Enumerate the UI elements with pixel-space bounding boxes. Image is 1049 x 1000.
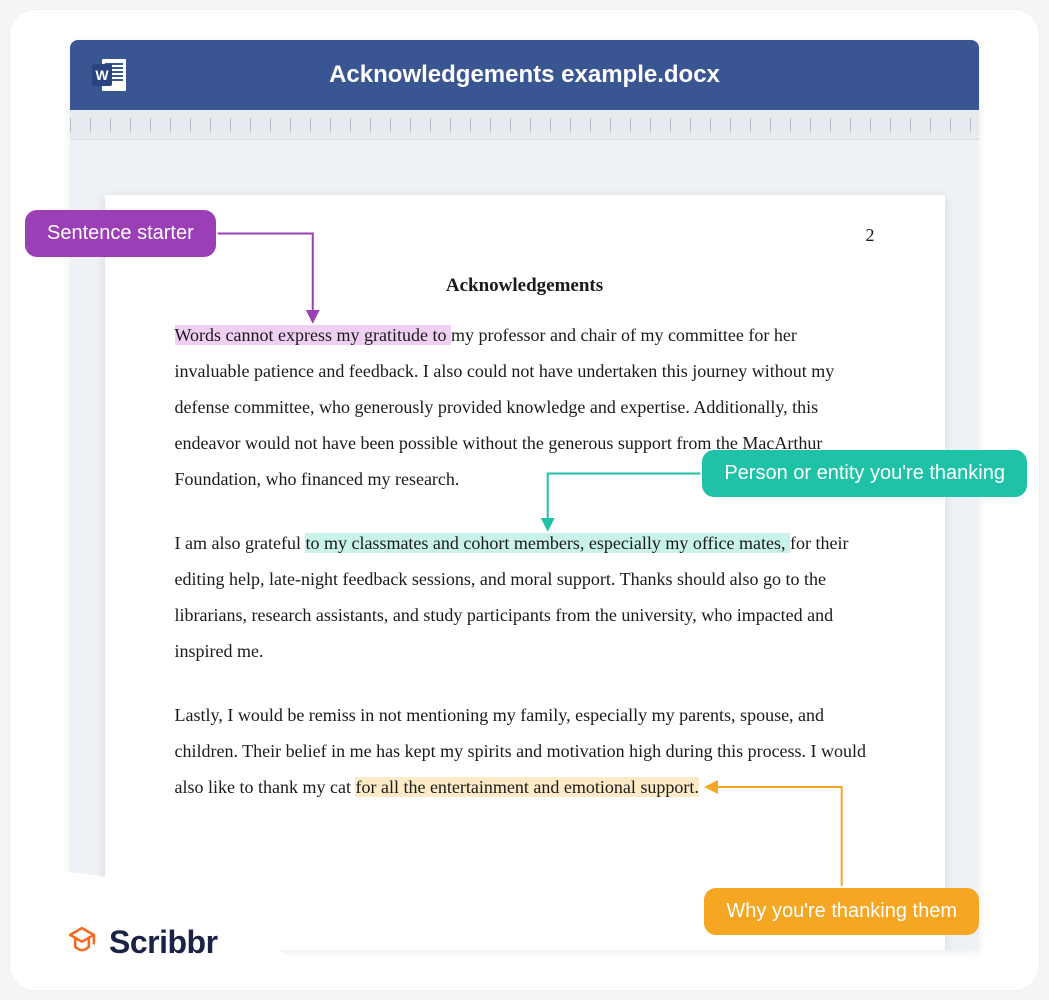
paragraph-2: I am also grateful to my classmates and … xyxy=(175,525,875,669)
brand-logo-corner: Scribbr xyxy=(10,870,330,990)
document-title: Acknowledgements example.docx xyxy=(70,61,979,89)
ruler xyxy=(70,110,979,140)
word-titlebar: W Acknowledgements example.docx xyxy=(70,40,979,110)
diagram-card: W Acknowledgements example.docx 2 Acknow… xyxy=(10,10,1039,990)
highlight-person-entity: to my classmates and cohort members, esp… xyxy=(305,533,790,553)
scribbr-mark-icon xyxy=(65,923,99,962)
document-heading: Acknowledgements xyxy=(175,275,875,297)
paragraph-3: Lastly, I would be remiss in not mention… xyxy=(175,697,875,805)
highlight-reason: for all the entertainment and emotional … xyxy=(355,777,698,797)
svg-text:W: W xyxy=(95,67,109,83)
word-icon: W xyxy=(90,55,130,95)
callout-person-entity: Person or entity you're thanking xyxy=(702,450,1027,497)
p2-before: I am also grateful xyxy=(175,533,306,553)
brand-name: Scribbr xyxy=(109,924,218,961)
callout-sentence-starter: Sentence starter xyxy=(25,210,216,257)
page-number: 2 xyxy=(866,225,875,246)
document-page: 2 Acknowledgements Words cannot express … xyxy=(105,195,945,950)
highlight-sentence-starter: Words cannot express my gratitude to xyxy=(175,325,452,345)
callout-reason: Why you're thanking them xyxy=(704,888,979,935)
page-area: 2 Acknowledgements Words cannot express … xyxy=(70,140,979,950)
